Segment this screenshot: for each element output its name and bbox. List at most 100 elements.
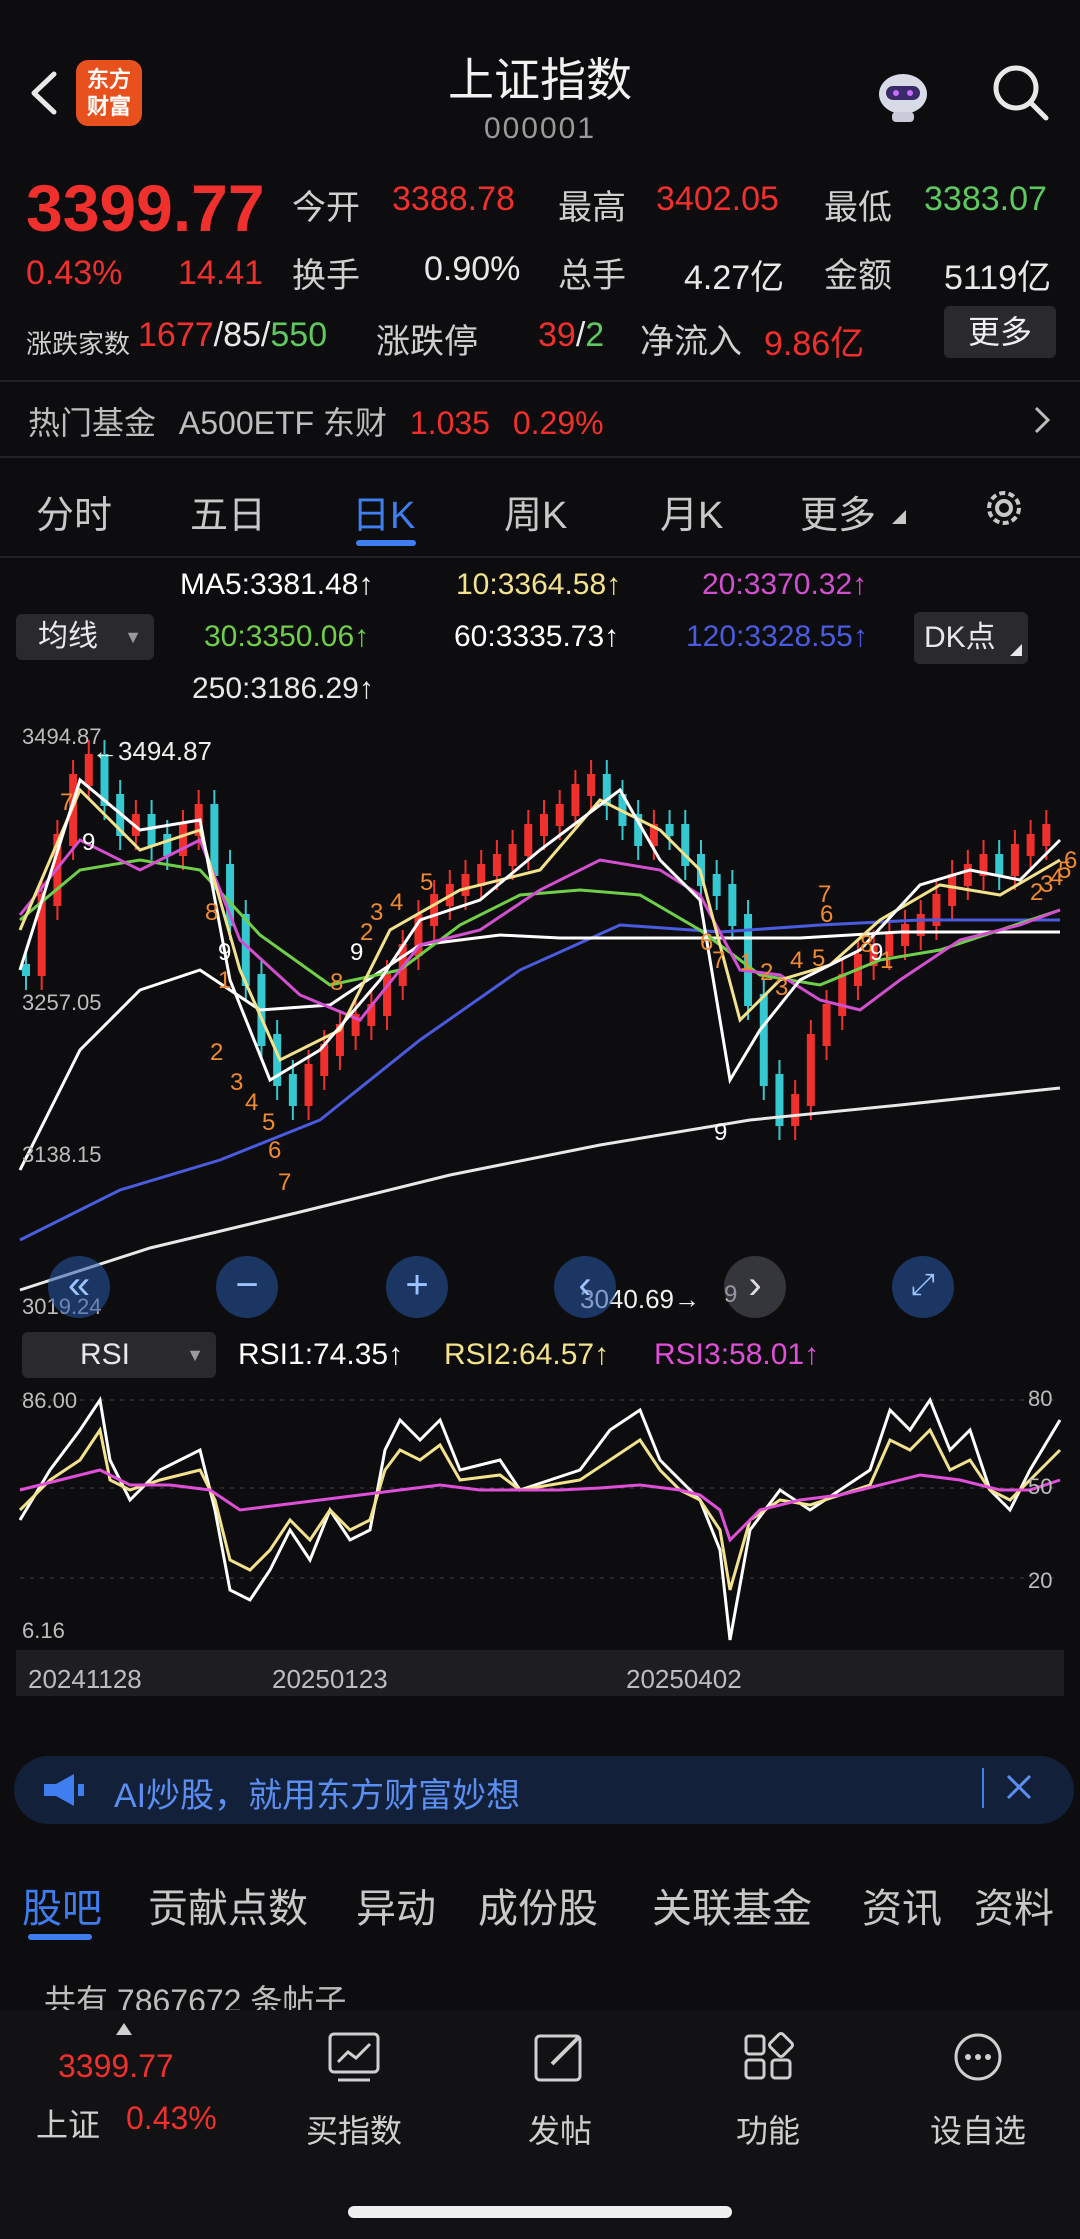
- tab-more[interactable]: 更多: [800, 484, 876, 539]
- rsi-level-50: 50: [1028, 1474, 1053, 1499]
- td-signal-label: 4: [245, 1089, 258, 1116]
- function-button[interactable]: 功能: [716, 2106, 820, 2152]
- bottom-index-pct[interactable]: 0.43%: [126, 2100, 217, 2137]
- td-signal-label: 7: [278, 1169, 291, 1196]
- ma-selector[interactable]: 均线 ▼: [16, 614, 154, 660]
- td-signal-label: 7: [60, 789, 73, 816]
- ma30-line: [19, 858, 1061, 987]
- td-signal-label: 1: [218, 967, 231, 994]
- td-signal-label: 3: [230, 1069, 243, 1096]
- chart-trend-icon: [326, 2030, 382, 2084]
- fullscreen-icon[interactable]: ⤢: [892, 1256, 954, 1318]
- rsi-level-80: 80: [1028, 1386, 1053, 1411]
- td-signal-label: 7: [712, 947, 725, 974]
- ma-lines: [18, 777, 1062, 1292]
- tab-intraday[interactable]: 分时: [36, 484, 112, 539]
- current-price: 3399.77: [26, 171, 265, 245]
- high-value: 3402.05: [656, 180, 779, 218]
- date-label-3: 20250402: [626, 1664, 742, 1694]
- tab-daily-k[interactable]: 日K: [352, 484, 415, 539]
- tab-profile[interactable]: 资料: [974, 1876, 1054, 1934]
- buy-index-button[interactable]: 买指数: [302, 2106, 406, 2152]
- rsi2-line: [18, 1426, 1062, 1591]
- hot-fund-row[interactable]: 热门基金 A500ETF 东财 1.035 0.29%: [28, 398, 604, 444]
- dk-point-button[interactable]: DK点: [914, 612, 1028, 664]
- settings-gear-icon[interactable]: [980, 484, 1028, 532]
- candle-body: [963, 864, 972, 886]
- add-watchlist-button[interactable]: 设自选: [924, 2106, 1032, 2152]
- volume-value: 4.27亿: [684, 259, 785, 297]
- ma30-value: 30:3350.06↑: [204, 620, 370, 653]
- bottom-index-price[interactable]: 3399.77: [58, 2048, 174, 2085]
- tab-news[interactable]: 资讯: [862, 1876, 942, 1934]
- rsi-y-top: 86.00: [22, 1388, 78, 1413]
- breadth-down: 550: [270, 316, 328, 354]
- td-signal-label: 8: [205, 899, 218, 926]
- candle-body: [508, 844, 517, 866]
- dropdown-corner-icon: [892, 510, 906, 524]
- netflow-label: 净流入: [640, 323, 742, 361]
- zoom-out-icon[interactable]: −: [216, 1256, 278, 1318]
- td-signal-label: 2: [760, 959, 773, 986]
- tab-five-day[interactable]: 五日: [190, 484, 266, 539]
- ma60-line: [18, 930, 1060, 1171]
- breadth-up: 1677: [138, 316, 214, 354]
- active-tab-indicator: [356, 540, 416, 546]
- robot-assistant-icon[interactable]: [868, 60, 938, 130]
- candle-body: [948, 874, 957, 906]
- candle-body: [430, 894, 439, 926]
- divider: [0, 556, 1080, 558]
- low-value: 3383.07: [924, 180, 1047, 218]
- candle-body: [712, 874, 721, 896]
- close-icon[interactable]: [1004, 1772, 1034, 1802]
- max-price-marker: ←3494.87: [92, 736, 212, 766]
- td-signal-label: 5: [812, 945, 825, 972]
- scroll-left-icon[interactable]: ‹: [554, 1256, 616, 1318]
- rsi-chart[interactable]: [0, 1390, 1080, 1660]
- post-button[interactable]: 发帖: [508, 2106, 612, 2152]
- megaphone-icon: [40, 1772, 86, 1808]
- candle-body: [492, 854, 501, 876]
- rsi1-value: RSI1:74.35↑: [238, 1338, 404, 1371]
- tab-monthly-k[interactable]: 月K: [660, 484, 723, 539]
- scroll-left-fast-icon[interactable]: «: [48, 1256, 110, 1318]
- ma60-value: 60:3335.73↑: [454, 620, 620, 653]
- tab-movement[interactable]: 异动: [356, 1876, 436, 1934]
- triangle-up-icon: [116, 2022, 132, 2035]
- candle-body: [571, 784, 580, 816]
- divider: [0, 380, 1080, 382]
- indicator-selector[interactable]: RSI ▼: [22, 1332, 216, 1378]
- home-indicator: [348, 2206, 732, 2218]
- candle-body: [901, 924, 910, 946]
- breadth-flat: 85: [223, 316, 261, 354]
- limit-values: 39/2: [538, 316, 605, 354]
- ma250-value: 250:3186.29↑: [192, 672, 374, 705]
- zoom-in-icon[interactable]: +: [386, 1256, 448, 1318]
- scroll-right-icon[interactable]: ›: [724, 1256, 786, 1318]
- y-axis-label-3: 3138.15: [22, 1142, 102, 1167]
- td-signal-label: 8: [330, 969, 343, 996]
- td-signal-label: 4: [390, 889, 403, 916]
- candle-body: [759, 994, 768, 1086]
- rsi3-line: [19, 1468, 1061, 1543]
- tab-related-funds[interactable]: 关联基金: [652, 1876, 812, 1934]
- bottom-index-name[interactable]: 上证: [36, 2100, 100, 2146]
- candle-body: [791, 1094, 800, 1126]
- date-label-1: 20241128: [28, 1664, 142, 1694]
- change-pct: 0.43%: [26, 254, 123, 292]
- more-button[interactable]: 更多: [944, 306, 1056, 358]
- tab-contribution[interactable]: 贡献点数: [148, 1876, 308, 1934]
- chevron-right-icon[interactable]: [1030, 404, 1054, 436]
- divider: [0, 456, 1080, 458]
- td-signal-label: 3: [370, 899, 383, 926]
- tab-guba[interactable]: 股吧: [22, 1876, 102, 1934]
- tab-weekly-k[interactable]: 周K: [504, 484, 567, 539]
- high-label: 最高: [558, 189, 626, 227]
- hot-fund-price: 1.035: [409, 405, 490, 441]
- kline-chart[interactable]: 798912345678923456791234567891234569: [0, 720, 1080, 1320]
- search-icon[interactable]: [988, 60, 1052, 124]
- tab-constituents[interactable]: 成份股: [478, 1876, 598, 1934]
- candle-body: [822, 1004, 831, 1046]
- limit-down: 2: [585, 316, 605, 354]
- turnover-label: 换手: [292, 257, 360, 295]
